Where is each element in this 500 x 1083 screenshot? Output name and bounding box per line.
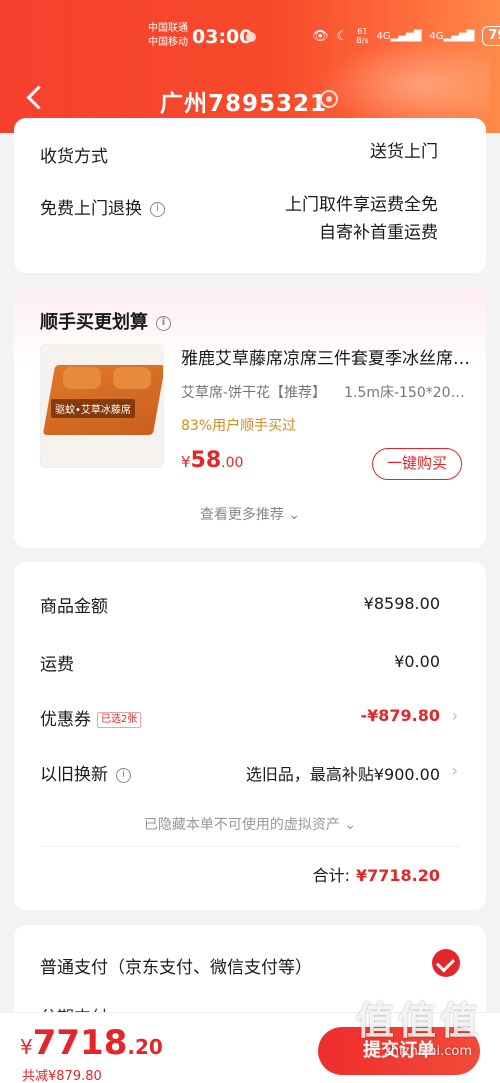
goods-amount-value: ¥8598.00	[363, 594, 440, 613]
delivery-method-label: 收货方式	[40, 147, 108, 167]
page-title: 广州7895321	[160, 91, 328, 117]
net-speed-unit: B/s	[356, 36, 369, 45]
sim-icon	[246, 32, 256, 42]
total-value: ¥7718.20	[355, 866, 440, 885]
total-row: 合计: ¥7718.20	[313, 862, 440, 886]
delivery-method-value[interactable]: 送货上门	[370, 138, 438, 166]
network-type-1: 4G	[376, 30, 391, 42]
status-icons: 👁 ☾ 61 B/s 4G▂▄▆█ 4G▂▄▆█ 79	[312, 26, 500, 46]
price-symbol: ¥	[20, 1035, 33, 1059]
shipping-value: ¥0.00	[394, 652, 440, 671]
header-bar: 中国联通 中国移动 03:00 👁 ☾ 61 B/s 4G▂▄▆█ 4G▂▄▆█…	[0, 0, 500, 133]
product-name[interactable]: 雅鹿艾草藤席凉席三件套夏季冰丝席子可折叠空调软席	[181, 344, 471, 369]
tradein-row[interactable]: 以旧换新 i	[40, 760, 131, 785]
price-int: 58	[190, 448, 222, 473]
tradein-value[interactable]: 选旧品，最高补贴¥900.00	[246, 761, 440, 785]
net-speed: 61 B/s	[356, 27, 368, 45]
image-tag: 驱蚊•艾草冰藤席	[51, 399, 135, 418]
watermark-logo: 值值值	[355, 999, 482, 1043]
signal-icon-2: 4G▂▄▆█	[429, 30, 475, 42]
free-return-value: 上门取件享运费全免 自寄补首重运费	[285, 191, 438, 247]
recommend-card: 顺手买更划算 i 驱蚊•艾草冰藤席 雅鹿艾草藤席凉席三件套夏季冰丝席子可折叠空调软…	[14, 288, 486, 548]
back-button[interactable]	[22, 82, 52, 118]
coupon-label: 优惠券	[40, 710, 91, 730]
coupon-value[interactable]: -¥879.80	[360, 706, 440, 725]
signal-icon-1: 4G▂▄▆█	[376, 30, 422, 42]
free-return-row: 免费上门退换 i	[40, 194, 165, 219]
coupon-badge: 已选2张	[97, 712, 142, 728]
chevron-right-icon[interactable]: ›	[452, 761, 458, 780]
product-size: 1.5m床-150*200cm	[344, 385, 471, 401]
more-recommend-link[interactable]: 查看更多推荐 ⌄	[14, 504, 486, 524]
price-symbol: ¥	[181, 453, 191, 471]
pillow-shape	[63, 367, 101, 389]
product-price: ¥58.00	[181, 448, 243, 473]
order-summary-card: 商品金额 ¥8598.00 运费 ¥0.00 优惠券 已选2张 -¥879.80 …	[14, 562, 486, 910]
goods-amount-label: 商品金额	[40, 597, 108, 617]
carrier-2: 中国移动	[148, 37, 188, 48]
carrier-info: 中国联通 中国移动	[148, 22, 188, 50]
total-label: 合计:	[312, 866, 350, 885]
pillow-shape	[113, 367, 151, 389]
product-image[interactable]: 驱蚊•艾草冰藤席	[40, 344, 164, 468]
price-dec: .20	[127, 1035, 163, 1059]
one-click-buy-button[interactable]: 一键购买	[372, 448, 462, 480]
shipping-label: 运费	[40, 655, 74, 675]
free-return-label: 免费上门退换	[40, 199, 142, 219]
check-icon[interactable]	[432, 949, 460, 977]
info-icon[interactable]: i	[116, 767, 131, 783]
coupon-row[interactable]: 优惠券 已选2张	[40, 705, 142, 730]
divider	[40, 846, 460, 847]
price-int: 7718	[32, 1023, 128, 1063]
info-icon[interactable]: i	[156, 315, 171, 331]
price-dec: .00	[221, 455, 244, 471]
hidden-assets-toggle[interactable]: 已隐藏本单不可使用的虚拟资产 ⌄	[14, 814, 486, 834]
free-return-line2: 自寄补首重运费	[319, 223, 438, 243]
status-time: 03:00	[192, 26, 253, 48]
bottom-total-price: ¥7718.20	[20, 1023, 163, 1063]
network-type-2: 4G	[429, 30, 444, 42]
payment-option-normal[interactable]: 普通支付（京东支付、微信支付等）	[40, 953, 312, 978]
info-icon[interactable]: i	[150, 201, 165, 217]
status-bar: 中国联通 中国移动 03:00 👁 ☾ 61 B/s 4G▂▄▆█ 4G▂▄▆█…	[0, 18, 500, 58]
recommend-title-row: 顺手买更划算 i	[40, 308, 171, 334]
net-speed-value: 61	[357, 27, 368, 36]
chevron-right-icon[interactable]: ›	[452, 706, 458, 725]
free-return-line1: 上门取件享运费全免	[285, 195, 438, 215]
saved-amount: 共减¥879.80	[22, 1069, 102, 1083]
watermark-text: zhizhizhi.com	[384, 1044, 472, 1059]
product-buyers: 83%用户顺手买过	[181, 418, 297, 434]
moon-icon: ☾	[336, 28, 349, 44]
chevron-left-icon	[26, 85, 51, 110]
recommend-title: 顺手买更划算	[40, 312, 148, 333]
location-icon[interactable]	[320, 90, 338, 108]
product-spec: 艾草席-饼干花【推荐】	[181, 385, 327, 401]
carrier-1: 中国联通	[148, 23, 188, 34]
battery-icon: 79	[482, 26, 500, 46]
tradein-label: 以旧换新	[40, 765, 108, 785]
delivery-card: 收货方式 送货上门 免费上门退换 i 上门取件享运费全免 自寄补首重运费	[14, 118, 486, 273]
product-spec-row: 艾草席-饼干花【推荐】 1.5m床-150*200cm	[181, 382, 471, 402]
eye-icon: 👁	[312, 28, 329, 44]
